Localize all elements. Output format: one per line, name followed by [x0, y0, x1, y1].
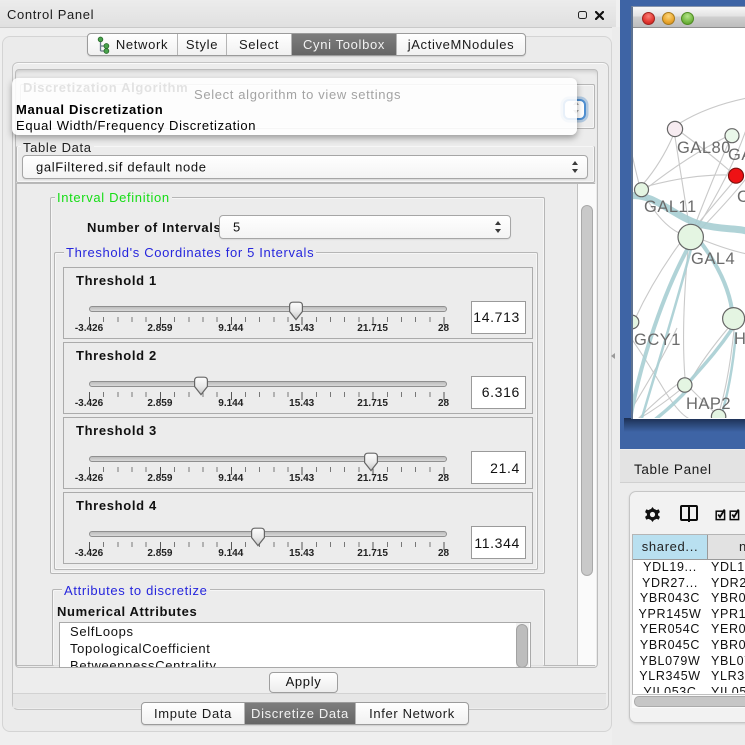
svg-text:GAL80: GAL80: [677, 139, 731, 157]
svg-text:GA: GA: [728, 146, 745, 164]
svg-text:GCY1: GCY1: [634, 331, 681, 349]
svg-text:GAL11: GAL11: [644, 198, 697, 216]
svg-text:HAP2: HAP2: [686, 395, 731, 413]
svg-text:GAL4: GAL4: [691, 250, 735, 268]
svg-text:H: H: [734, 330, 745, 348]
svg-text:C: C: [737, 188, 745, 206]
